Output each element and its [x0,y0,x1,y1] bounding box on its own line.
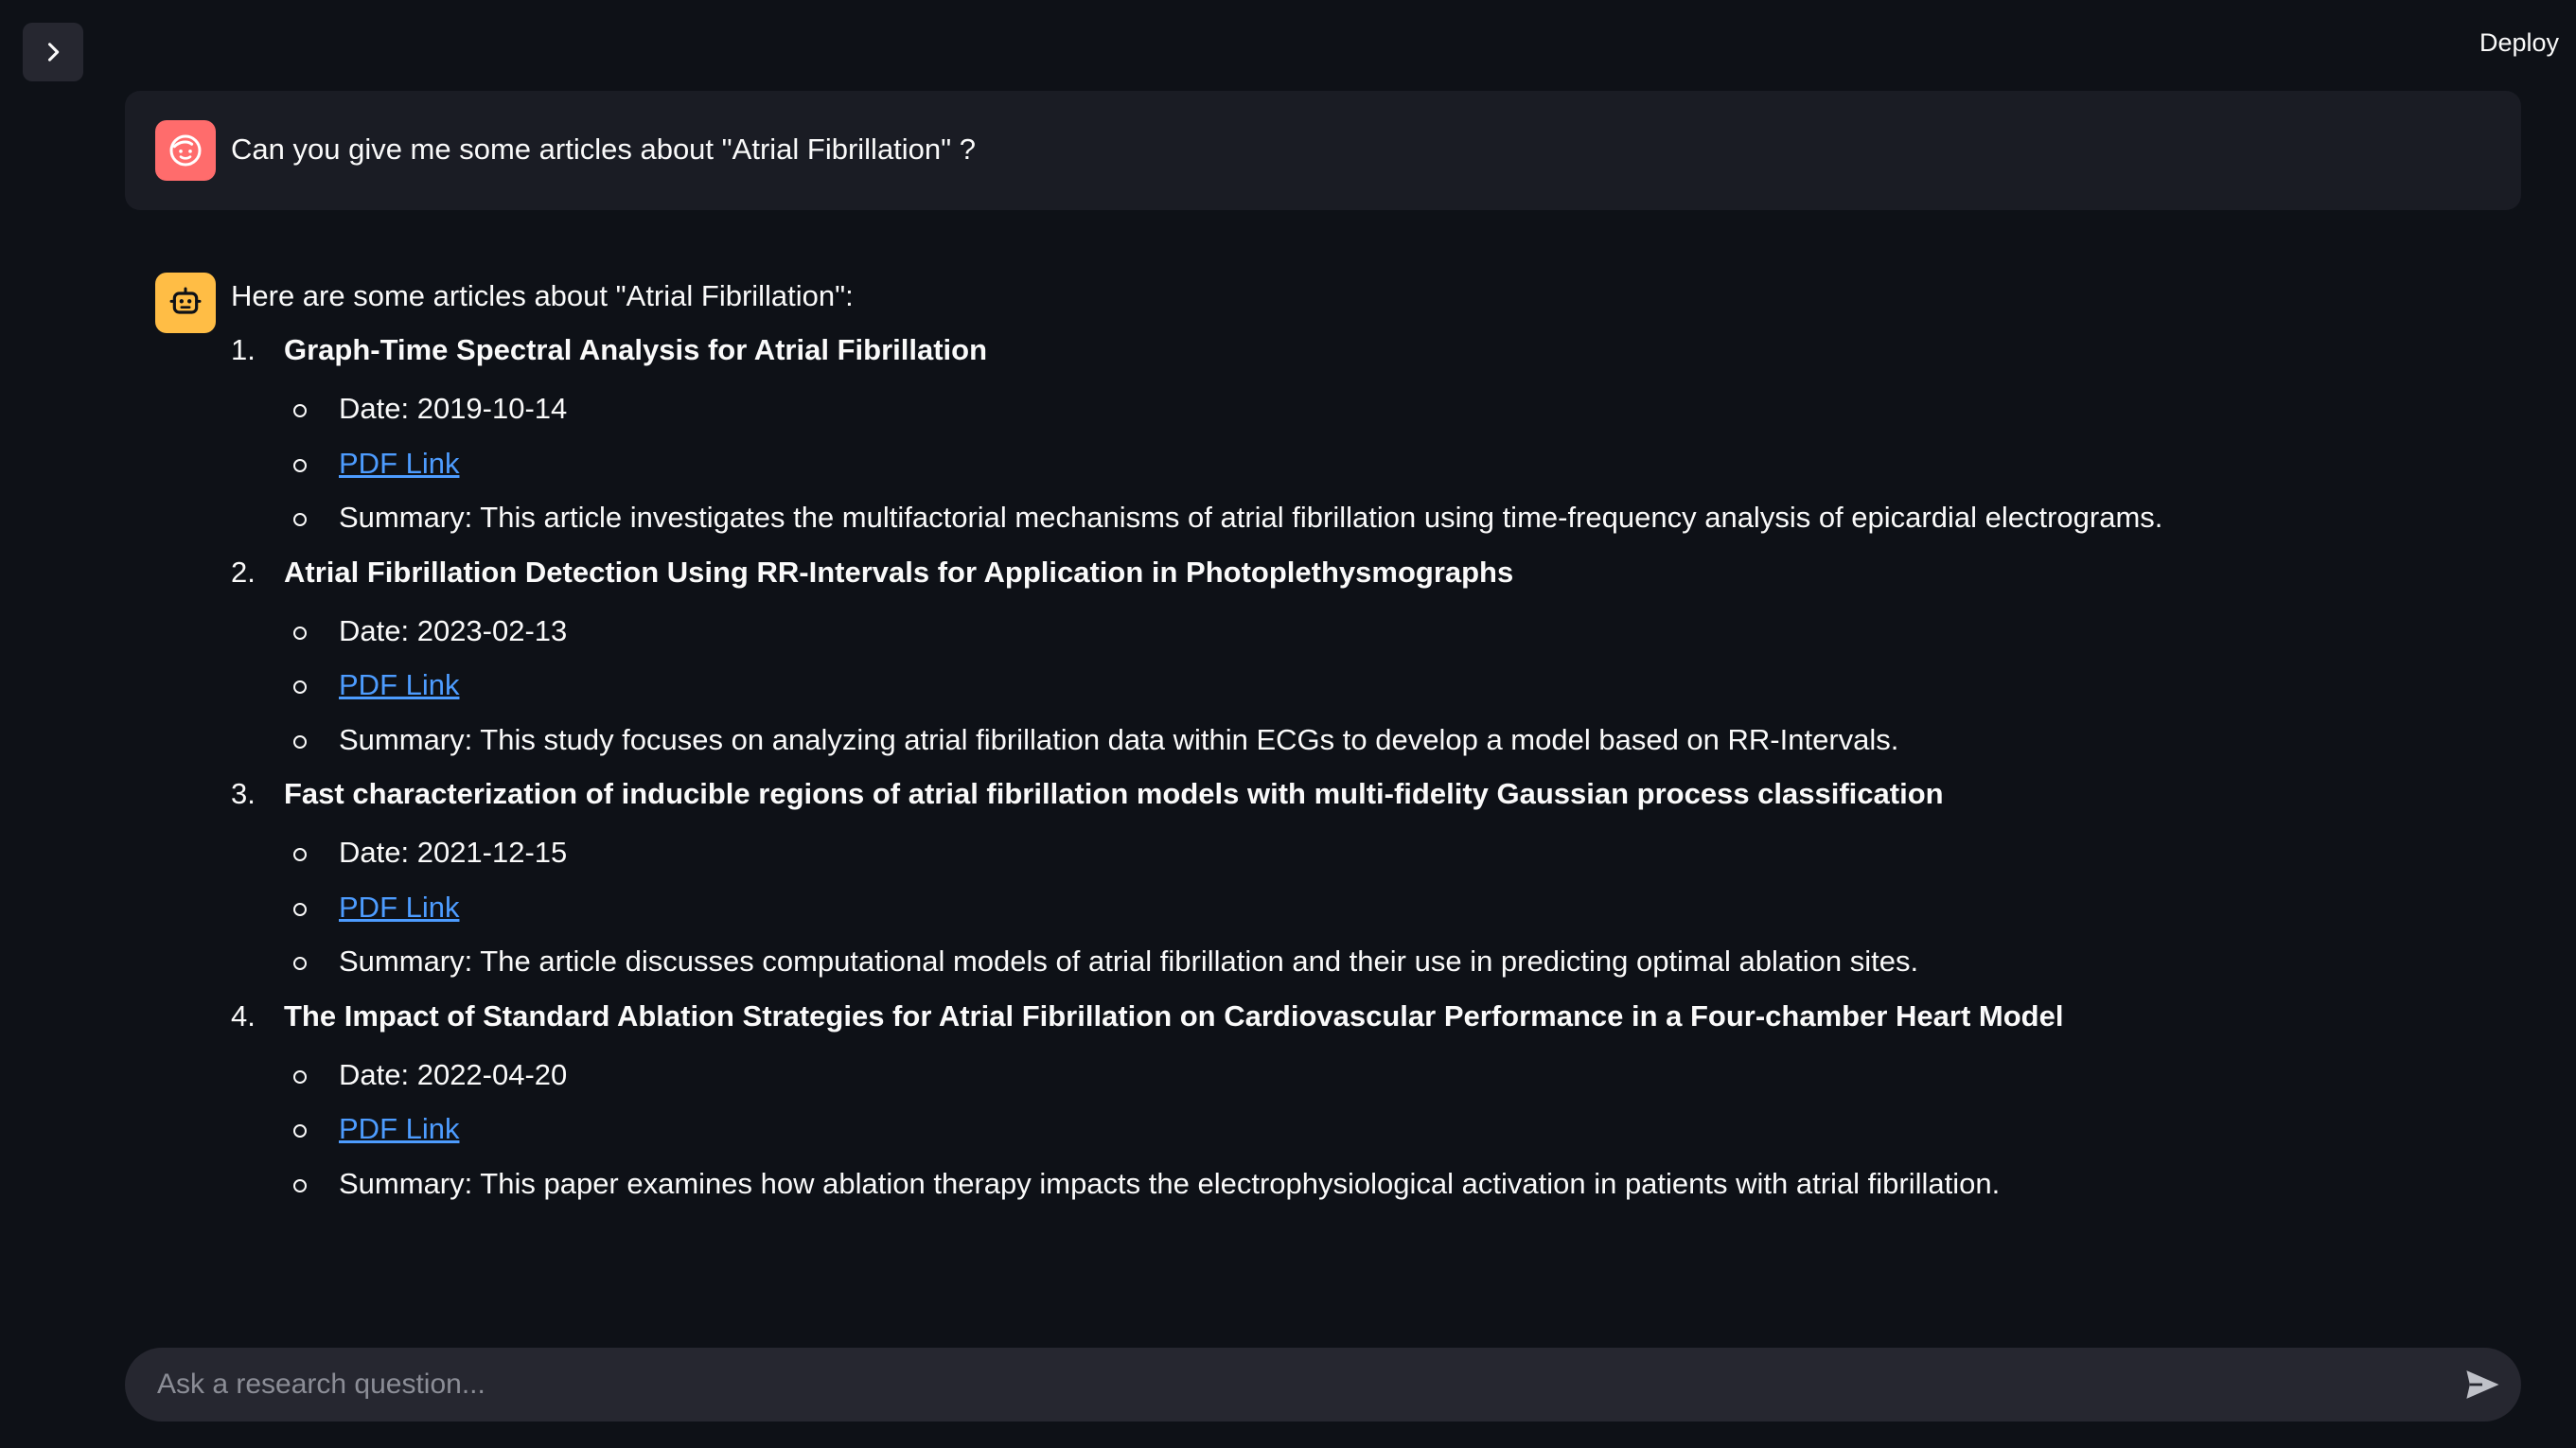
article-date: Date: 2022-04-20 [292,1056,2162,1111]
article-date: Date: 2019-10-14 [292,390,2162,445]
send-icon[interactable] [2462,1365,2502,1404]
assistant-avatar [155,273,216,333]
article-pdf-item: PDF Link [292,1110,2162,1165]
article-pdf-item: PDF Link [292,666,2162,721]
article-title: Atrial Fibrillation Detection Using RR-I… [284,555,1514,589]
pdf-link[interactable]: PDF Link [339,891,459,924]
user-avatar [155,120,216,181]
article-summary: Summary: This study focuses on analyzing… [292,721,2162,776]
user-message: Can you give me some articles about "Atr… [125,91,2521,210]
article-item: 2. Atrial Fibrillation Detection Using R… [229,554,2162,776]
article-details: Date: 2023-02-13 PDF Link Summary: This … [284,612,2162,776]
article-title: Graph-Time Spectral Analysis for Atrial … [284,333,988,366]
article-summary: Summary: The article discusses computati… [292,943,2162,998]
pdf-link[interactable]: PDF Link [339,1112,459,1145]
article-number: 4. [231,998,256,1033]
article-number: 2. [231,555,256,589]
article-details: Date: 2019-10-14 PDF Link Summary: This … [284,390,2162,554]
article-number: 3. [231,777,256,810]
robot-icon [169,287,202,314]
face-icon [169,134,202,167]
article-details: Date: 2021-12-15 PDF Link Summary: The a… [284,834,2162,998]
article-item: 3. Fast characterization of inducible re… [229,775,2162,998]
pdf-link[interactable]: PDF Link [339,447,459,480]
assistant-message: Here are some articles about "Atrial Fib… [125,246,2521,1334]
article-item: 1. Graph-Time Spectral Analysis for Atri… [229,331,2162,554]
article-number: 1. [231,333,256,366]
article-date: Date: 2021-12-15 [292,834,2162,889]
sidebar-toggle-button[interactable] [23,23,83,81]
chevron-right-icon [47,43,60,62]
article-pdf-item: PDF Link [292,445,2162,500]
article-item: 4. The Impact of Standard Ablation Strat… [229,998,2162,1220]
article-summary: Summary: This paper examines how ablatio… [292,1165,2162,1220]
chat-input-bar [125,1348,2521,1422]
article-pdf-item: PDF Link [292,889,2162,944]
deploy-button[interactable]: Deploy [2479,28,2559,58]
article-details: Date: 2022-04-20 PDF Link Summary: This … [284,1056,2162,1220]
article-list: 1. Graph-Time Spectral Analysis for Atri… [229,331,2162,1219]
user-message-text: Can you give me some articles about "Atr… [231,132,977,166]
article-title: Fast characterization of inducible regio… [284,777,1944,810]
assistant-intro-text: Here are some articles about "Atrial Fib… [231,279,854,312]
chat-input[interactable] [155,1348,2408,1422]
pdf-link[interactable]: PDF Link [339,668,459,701]
article-date: Date: 2023-02-13 [292,612,2162,667]
article-title: The Impact of Standard Ablation Strategi… [284,998,2064,1033]
article-summary: Summary: This article investigates the m… [292,499,2162,554]
